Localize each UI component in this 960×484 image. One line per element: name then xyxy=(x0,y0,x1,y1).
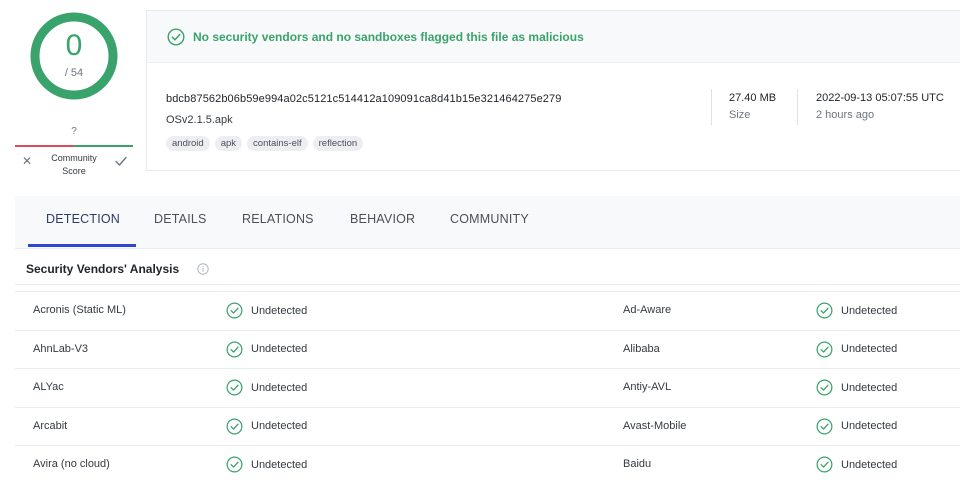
active-tab-indicator xyxy=(28,244,136,247)
verdict-banner: No security vendors and no sandboxes fla… xyxy=(147,11,960,63)
report-tabs: DETECTION DETAILS RELATIONS BEHAVIOR COM… xyxy=(15,196,960,249)
check-circle-icon xyxy=(226,302,243,319)
tab-community[interactable]: COMMUNITY xyxy=(450,212,529,226)
vendor-name: Ad-Aware xyxy=(623,304,672,316)
check-circle-icon xyxy=(226,418,243,434)
table-row: ALYac Undetected Antiy-AVL Undetected xyxy=(15,369,960,408)
tag-reflection[interactable]: reflection xyxy=(312,136,364,151)
tab-details[interactable]: DETAILS xyxy=(154,212,207,226)
file-size-label: Size xyxy=(729,109,751,121)
tab-behavior[interactable]: BEHAVIOR xyxy=(350,212,415,226)
vendor-result-text: Undetected xyxy=(841,304,898,317)
vendor-name: Avast-Mobile xyxy=(623,419,687,432)
tag-apk[interactable]: apk xyxy=(214,136,243,151)
vendor-result: Undetected xyxy=(226,418,307,435)
vendor-name: ALYac xyxy=(33,381,64,393)
vendor-result: Undetected xyxy=(816,418,897,435)
info-icon[interactable] xyxy=(197,263,209,275)
vendor-result: Undetected xyxy=(816,456,897,473)
vendor-result: Undetected xyxy=(226,302,307,319)
check-circle-icon xyxy=(816,379,833,396)
file-tags: android apk contains-elf reflection xyxy=(166,136,364,151)
vendor-name: Avira (no cloud) xyxy=(33,458,110,470)
table-row: Arcabit Undetected Avast-Mobile Undetected xyxy=(15,408,960,446)
check-circle-icon xyxy=(226,379,243,396)
scan-date-relative: 2 hours ago xyxy=(816,109,875,121)
meta-divider xyxy=(797,89,798,125)
vendor-result: Undetected xyxy=(226,379,307,396)
check-circle-icon xyxy=(816,456,833,473)
vendor-result-text: Undetected xyxy=(841,381,898,394)
vendors-section-header: Security Vendors' Analysis xyxy=(15,252,960,285)
table-row: Acronis (Static ML) Undetected Ad-Aware Und… xyxy=(15,292,960,331)
vendor-result: Undetected xyxy=(816,379,897,396)
detection-count: 0 xyxy=(65,29,83,62)
vendor-total: / 54 xyxy=(64,67,84,79)
check-circle-icon xyxy=(167,27,185,46)
community-score-label: Community Score xyxy=(37,152,111,178)
vendor-result-text: Undetected xyxy=(251,381,308,394)
vendor-result-text: Undetected xyxy=(841,458,898,471)
vendor-result: Undetected xyxy=(816,302,897,319)
vendor-name: Arcabit xyxy=(33,419,68,432)
vendor-result-text: Undetected xyxy=(841,420,898,432)
community-score: ? ✕ Community Score xyxy=(15,122,133,178)
check-circle-icon xyxy=(226,456,243,473)
vendor-name: Baidu xyxy=(623,458,652,470)
community-score-bar xyxy=(15,145,133,147)
verdict-text: No security vendors and no sandboxes fla… xyxy=(193,29,584,44)
vendor-name: AhnLab-V3 xyxy=(33,342,89,355)
vendor-result-text: Undetected xyxy=(841,343,898,355)
community-score-value: ? xyxy=(71,126,77,137)
vendor-name: Alibaba xyxy=(623,342,660,355)
community-label-line1: Community xyxy=(51,153,97,163)
close-icon[interactable]: ✕ xyxy=(20,154,34,168)
vendor-result: Undetected xyxy=(226,456,307,473)
meta-divider xyxy=(711,89,712,125)
vendor-name: Acronis (Static ML) xyxy=(33,304,126,316)
check-circle-icon xyxy=(816,341,833,357)
check-circle-icon xyxy=(816,302,833,319)
vendor-result: Undetected xyxy=(226,341,307,358)
tab-detection[interactable]: DETECTION xyxy=(46,212,120,226)
community-label-line2: Score xyxy=(62,166,86,176)
vendor-result-text: Undetected xyxy=(251,343,308,355)
vendor-result-text: Undetected xyxy=(251,420,308,432)
table-row: Avira (no cloud) Undetected Baidu Undetecte… xyxy=(15,446,960,484)
tab-relations[interactable]: RELATIONS xyxy=(242,212,314,226)
detection-score-ring: 0 / 54 xyxy=(29,11,119,101)
vendor-name: Antiy-AVL xyxy=(623,381,672,393)
tag-android[interactable]: android xyxy=(166,136,210,151)
file-hash[interactable]: bdcb87562b06b59e994a02c5121c514412a10909… xyxy=(166,93,561,105)
file-size-value: 27.40 MB xyxy=(729,92,777,104)
vendor-results-table: Acronis (Static ML) Undetected Ad-Aware Und… xyxy=(15,291,960,484)
tag-contains-elf[interactable]: contains-elf xyxy=(247,136,308,151)
community-negative-bar xyxy=(15,145,74,147)
table-row: AhnLab-V3 Undetected Alibaba Undetected xyxy=(15,331,960,369)
check-circle-icon xyxy=(226,341,243,357)
file-summary-card: No security vendors and no sandboxes fla… xyxy=(146,10,960,171)
vendor-result-text: Undetected xyxy=(251,458,308,471)
file-name: OSv2.1.5.apk xyxy=(166,114,233,126)
vendor-result: Undetected xyxy=(816,341,897,358)
community-positive-bar xyxy=(74,145,133,147)
vendor-result-text: Undetected xyxy=(251,304,308,317)
scan-date-value: 2022-09-13 05:07:55 UTC xyxy=(816,92,944,104)
check-circle-icon xyxy=(816,418,833,434)
section-title: Security Vendors' Analysis xyxy=(26,262,180,276)
check-icon[interactable] xyxy=(113,153,129,169)
